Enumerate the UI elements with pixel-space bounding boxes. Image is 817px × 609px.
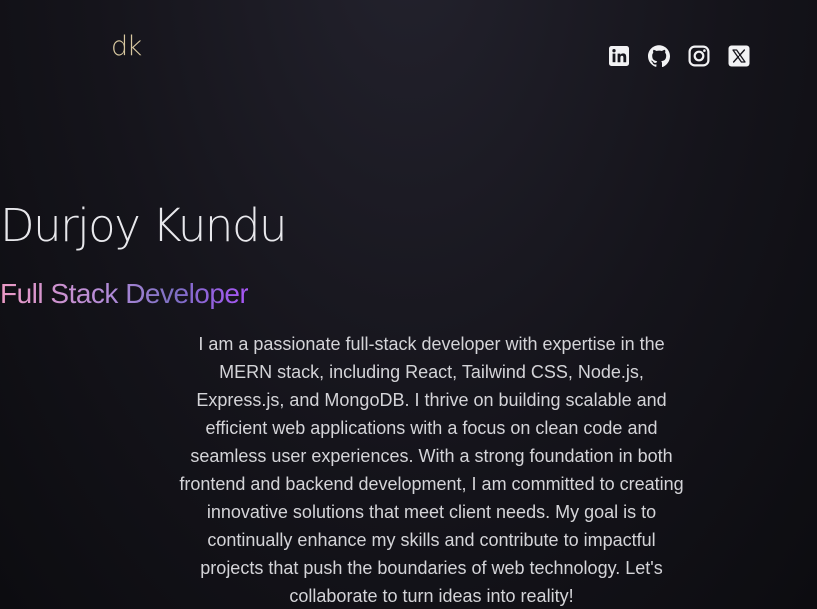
- github-link[interactable]: [647, 44, 671, 68]
- x-link[interactable]: [727, 44, 751, 68]
- logo[interactable]: dk: [111, 33, 142, 60]
- github-icon: [648, 45, 670, 68]
- instagram-icon: [688, 45, 710, 67]
- social-links: [607, 44, 751, 68]
- hero-role-text: Full Stack Developer: [0, 278, 249, 309]
- hero-name: Durjoy Kundu: [0, 199, 288, 252]
- hero-bio: I am a passionate full-stack developer w…: [179, 334, 684, 606]
- linkedin-link[interactable]: [607, 44, 631, 68]
- instagram-link[interactable]: [687, 44, 711, 68]
- x-icon: [728, 45, 750, 67]
- hero-role: Full Stack Developer: [0, 277, 817, 311]
- linkedin-icon: [609, 46, 629, 66]
